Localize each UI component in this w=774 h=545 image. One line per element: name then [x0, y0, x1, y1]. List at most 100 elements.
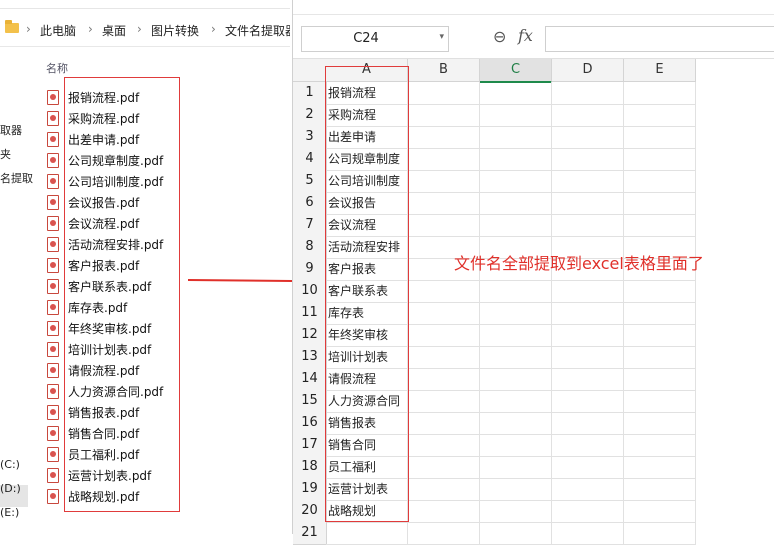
cell-d[interactable]	[552, 324, 624, 347]
cell-d[interactable]	[552, 434, 624, 457]
row-header[interactable]: 16	[293, 412, 327, 435]
row-header[interactable]: 11	[293, 302, 327, 325]
row-header[interactable]: 6	[293, 192, 327, 215]
cell-c[interactable]	[480, 280, 552, 303]
cell-b[interactable]	[408, 500, 480, 523]
nav-item[interactable]: 取器	[0, 122, 22, 138]
column-header-c[interactable]: C	[480, 59, 552, 83]
cell-d[interactable]	[552, 214, 624, 237]
cell-e[interactable]	[624, 302, 696, 325]
row-header[interactable]: 18	[293, 456, 327, 479]
cell-b[interactable]	[408, 148, 480, 171]
row-header[interactable]: 1	[293, 82, 327, 105]
cell-d[interactable]	[552, 126, 624, 149]
cell-c[interactable]	[480, 390, 552, 413]
row-header[interactable]: 20	[293, 500, 327, 523]
cell-c[interactable]	[480, 368, 552, 391]
cell-b[interactable]	[408, 346, 480, 369]
cell-d[interactable]	[552, 170, 624, 193]
select-all-corner[interactable]	[293, 59, 327, 82]
cell-d[interactable]	[552, 192, 624, 215]
breadcrumb-this-pc[interactable]: 此电脑	[40, 22, 76, 39]
cell-b[interactable]	[408, 412, 480, 435]
cell-d[interactable]	[552, 82, 624, 105]
cell-c[interactable]	[480, 412, 552, 435]
address-bar[interactable]: › 此电脑 › 桌面 › 图片转换 › 文件名提取器	[0, 14, 290, 47]
nav-item[interactable]: 夹	[0, 146, 11, 162]
cell-d[interactable]	[552, 412, 624, 435]
breadcrumb-desktop[interactable]: 桌面	[102, 22, 126, 39]
column-header-e[interactable]: E	[624, 59, 696, 82]
cell-c[interactable]	[480, 324, 552, 347]
row-header[interactable]: 10	[293, 280, 327, 303]
cell-d[interactable]	[552, 456, 624, 479]
row-header[interactable]: 4	[293, 148, 327, 171]
formula-input[interactable]	[545, 26, 774, 52]
row-header[interactable]: 13	[293, 346, 327, 369]
cell-c[interactable]	[480, 500, 552, 523]
cell-b[interactable]	[408, 104, 480, 127]
cell-e[interactable]	[624, 126, 696, 149]
cell-e[interactable]	[624, 192, 696, 215]
row-header[interactable]: 17	[293, 434, 327, 457]
row-header[interactable]: 15	[293, 390, 327, 413]
breadcrumb-image-convert[interactable]: 图片转换	[151, 22, 199, 39]
row-header[interactable]: 12	[293, 324, 327, 347]
breadcrumb-filename-extractor[interactable]: 文件名提取器	[225, 22, 290, 39]
column-header-b[interactable]: B	[408, 59, 480, 82]
cell-b[interactable]	[408, 390, 480, 413]
row-header[interactable]: 5	[293, 170, 327, 193]
cell-b[interactable]	[408, 126, 480, 149]
cell-b[interactable]	[408, 170, 480, 193]
cell-d[interactable]	[552, 148, 624, 171]
cell-c[interactable]	[480, 170, 552, 193]
row-header[interactable]: 8	[293, 236, 327, 259]
column-header-d[interactable]: D	[552, 59, 624, 82]
cell-c[interactable]	[480, 126, 552, 149]
row-header[interactable]: 2	[293, 104, 327, 127]
cell-c[interactable]	[480, 214, 552, 237]
cell-e[interactable]	[624, 280, 696, 303]
cell-e[interactable]	[624, 500, 696, 523]
cell-b[interactable]	[408, 302, 480, 325]
cell-e[interactable]	[624, 170, 696, 193]
cell-c[interactable]	[480, 346, 552, 369]
cell-c[interactable]	[480, 148, 552, 171]
nav-drive-c[interactable]: (C:)	[0, 458, 20, 471]
cell-b[interactable]	[408, 214, 480, 237]
name-column-header[interactable]: 名称	[46, 60, 68, 76]
cell-e[interactable]	[624, 390, 696, 413]
cell-d[interactable]	[552, 368, 624, 391]
cell-c[interactable]	[480, 82, 552, 105]
cell-d[interactable]	[552, 302, 624, 325]
cell-b[interactable]	[408, 434, 480, 457]
name-box[interactable]: C24 ▾	[301, 26, 449, 52]
cell-d[interactable]	[552, 500, 624, 523]
cell-c[interactable]	[480, 192, 552, 215]
cell-c[interactable]	[480, 302, 552, 325]
row-header[interactable]: 3	[293, 126, 327, 149]
cell-b[interactable]	[408, 456, 480, 479]
cell-c[interactable]	[480, 104, 552, 127]
cell-b[interactable]	[408, 324, 480, 347]
zoom-icon[interactable]: ⊖	[493, 27, 506, 46]
row-header[interactable]: 14	[293, 368, 327, 391]
cell-e[interactable]	[624, 368, 696, 391]
cell-e[interactable]	[624, 214, 696, 237]
cell-c[interactable]	[480, 456, 552, 479]
cell-e[interactable]	[624, 82, 696, 105]
cell-b[interactable]	[408, 368, 480, 391]
cell-b[interactable]	[408, 192, 480, 215]
cell-d[interactable]	[552, 346, 624, 369]
cell-e[interactable]	[624, 148, 696, 171]
cell-d[interactable]	[552, 478, 624, 501]
nav-item[interactable]: 名提取	[0, 170, 33, 186]
row-header[interactable]: 7	[293, 214, 327, 237]
cell-e[interactable]	[624, 324, 696, 347]
cell-e[interactable]	[624, 104, 696, 127]
cell-e[interactable]	[624, 412, 696, 435]
nav-drive-e[interactable]: (E:)	[0, 506, 19, 519]
chevron-down-icon[interactable]: ▾	[439, 32, 444, 42]
function-icon[interactable]: fx	[518, 26, 533, 45]
cell-e[interactable]	[624, 434, 696, 457]
